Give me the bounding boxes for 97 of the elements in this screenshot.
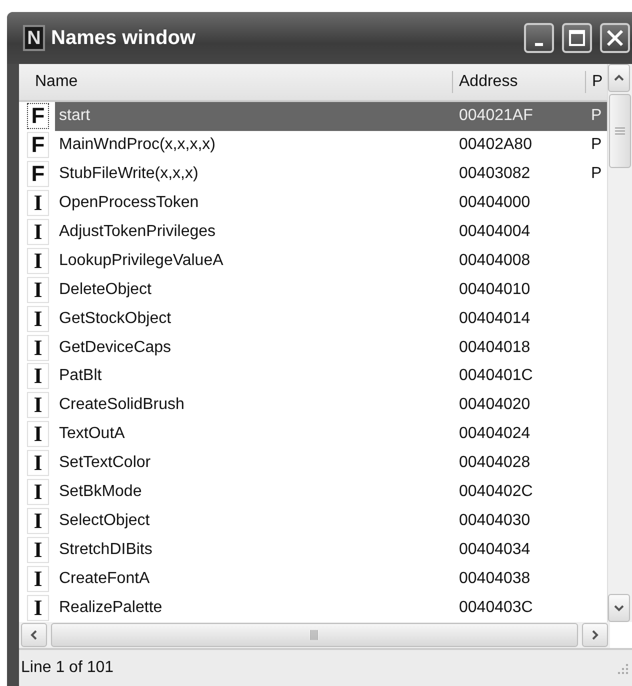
name-cell-text: SelectObject bbox=[58, 512, 151, 530]
function-icon: F bbox=[27, 161, 49, 188]
name-cell-text: DeleteObject bbox=[58, 280, 152, 299]
import-icon: I bbox=[27, 536, 49, 563]
name-cell-text: PatBlt bbox=[58, 367, 103, 386]
name-row[interactable]: I PatBlt 0040401C bbox=[19, 362, 607, 391]
p-cell-text: P bbox=[590, 165, 603, 184]
import-icon: I bbox=[27, 218, 49, 245]
address-cell-text: 00404014 bbox=[458, 310, 532, 328]
import-icon: I bbox=[27, 421, 49, 448]
address-cell-text: 00404038 bbox=[458, 570, 532, 588]
import-icon: I bbox=[27, 334, 49, 361]
name-cell-text: CreateSolidBrush bbox=[58, 396, 186, 414]
name-row[interactable]: I StretchDIBits 00404034 bbox=[19, 535, 607, 564]
scroll-up-button[interactable] bbox=[608, 64, 630, 92]
import-icon: I bbox=[27, 190, 49, 216]
name-row[interactable]: I DeleteObject 00404010 bbox=[19, 275, 607, 304]
address-cell-text: 0040403C bbox=[458, 598, 534, 617]
maximize-icon bbox=[568, 29, 586, 47]
name-row[interactable]: I SetTextColor 00404028 bbox=[19, 448, 607, 478]
horizontal-scrollbar[interactable] bbox=[19, 622, 610, 648]
name-row[interactable]: I GetDeviceCaps 00404018 bbox=[19, 333, 607, 362]
address-cell-text: 0040401C bbox=[458, 367, 534, 386]
name-row[interactable]: I CreateFontA 00404038 bbox=[19, 564, 607, 594]
address-cell-text: 00404010 bbox=[458, 280, 532, 299]
scroll-left-button[interactable] bbox=[21, 623, 47, 647]
name-cell-text: MainWndProc(x,x,x,x) bbox=[58, 136, 216, 154]
import-icon: I bbox=[27, 508, 49, 534]
name-row[interactable]: I RealizePalette 0040403C bbox=[19, 593, 607, 622]
p-cell-text: P bbox=[590, 136, 603, 154]
name-row[interactable]: I SelectObject 00404030 bbox=[19, 506, 607, 536]
name-cell-text: LookupPrivilegeValueA bbox=[58, 252, 224, 270]
import-icon: I bbox=[27, 392, 49, 418]
import-icon: I bbox=[27, 478, 49, 505]
address-cell-text: 00404034 bbox=[458, 540, 532, 559]
import-icon: I bbox=[27, 450, 49, 476]
name-cell-text: AdjustTokenPrivileges bbox=[58, 222, 217, 241]
name-row[interactable]: I TextOutA 00404024 bbox=[19, 420, 607, 449]
name-cell-text: RealizePalette bbox=[58, 598, 164, 617]
import-icon: I bbox=[27, 566, 49, 592]
address-cell-text: 0040402C bbox=[458, 482, 534, 501]
name-row[interactable]: F MainWndProc(x,x,x,x) 00402A80 P bbox=[19, 130, 607, 160]
grip-icon bbox=[310, 630, 319, 640]
import-icon: I bbox=[27, 276, 49, 303]
minimize-icon bbox=[535, 42, 543, 46]
column-header[interactable]: Name bbox=[19, 70, 452, 93]
name-row[interactable]: I AdjustTokenPrivileges 00404004 bbox=[19, 218, 607, 246]
name-row[interactable]: I LookupPrivilegeValueA 00404008 bbox=[19, 246, 607, 276]
name-cell-text: OpenProcessToken bbox=[58, 194, 200, 212]
status-text: Line 1 of 101 bbox=[21, 659, 114, 677]
p-cell: P bbox=[585, 102, 607, 131]
import-icon: I bbox=[27, 363, 49, 390]
name-row[interactable]: F StubFileWrite(x,x,x) 00403082 P bbox=[19, 160, 607, 189]
address-cell-text: 00404028 bbox=[458, 454, 532, 472]
name-row[interactable]: I GetStockObject 00404014 bbox=[19, 304, 607, 334]
scroll-thumb[interactable] bbox=[51, 623, 578, 647]
name-cell-text: GetStockObject bbox=[58, 310, 172, 328]
grip-icon bbox=[615, 126, 625, 136]
address-cell-text: 00404030 bbox=[458, 512, 532, 530]
name-cell-text: StretchDIBits bbox=[58, 540, 154, 559]
scroll-right-button[interactable] bbox=[582, 623, 608, 647]
vertical-scrollbar[interactable] bbox=[607, 64, 632, 622]
app-icon: N bbox=[23, 25, 45, 51]
address-cell-text: 00403082 bbox=[458, 165, 532, 184]
address-cell-text: 00402A80 bbox=[458, 136, 533, 154]
name-cell-text: SetTextColor bbox=[58, 454, 152, 472]
address-cell-text: 00404024 bbox=[458, 425, 532, 444]
name-cell-text: SetBkMode bbox=[58, 482, 143, 501]
name-cell-text: TextOutA bbox=[58, 425, 126, 444]
address-cell-text: 00404018 bbox=[458, 338, 532, 357]
address-cell-text: 00404008 bbox=[458, 252, 532, 270]
import-icon: I bbox=[27, 248, 49, 274]
scroll-thumb[interactable] bbox=[609, 94, 631, 168]
column-header[interactable]: Address bbox=[452, 70, 585, 93]
name-cell-text: StubFileWrite(x,x,x) bbox=[58, 165, 200, 184]
close-icon bbox=[606, 29, 624, 47]
address-cell-text: 00404004 bbox=[458, 222, 532, 241]
name-cell-text: GetDeviceCaps bbox=[58, 338, 172, 357]
name-row[interactable]: I OpenProcessToken 00404000 bbox=[19, 188, 607, 218]
window-title: Names window bbox=[51, 26, 196, 50]
name-cell: start bbox=[55, 102, 452, 131]
address-cell-text: 00404000 bbox=[458, 194, 532, 212]
function-icon: F bbox=[27, 132, 49, 158]
close-button[interactable] bbox=[600, 23, 630, 53]
maximize-button[interactable] bbox=[562, 23, 592, 53]
scroll-down-button[interactable] bbox=[608, 594, 630, 622]
address-cell-text: 00404020 bbox=[458, 396, 532, 414]
import-icon: I bbox=[27, 594, 49, 621]
name-row[interactable]: I CreateSolidBrush 00404020 bbox=[19, 390, 607, 420]
function-icon: F bbox=[27, 103, 49, 130]
name-row[interactable]: I SetBkMode 0040402C bbox=[19, 478, 607, 506]
resize-grip-icon bbox=[616, 662, 628, 674]
address-cell: 004021AF bbox=[452, 102, 585, 131]
name-row[interactable]: F start 004021AF P bbox=[19, 102, 607, 131]
minimize-button[interactable] bbox=[524, 23, 554, 53]
name-cell-text: CreateFontA bbox=[58, 570, 151, 588]
import-icon: I bbox=[27, 306, 49, 332]
